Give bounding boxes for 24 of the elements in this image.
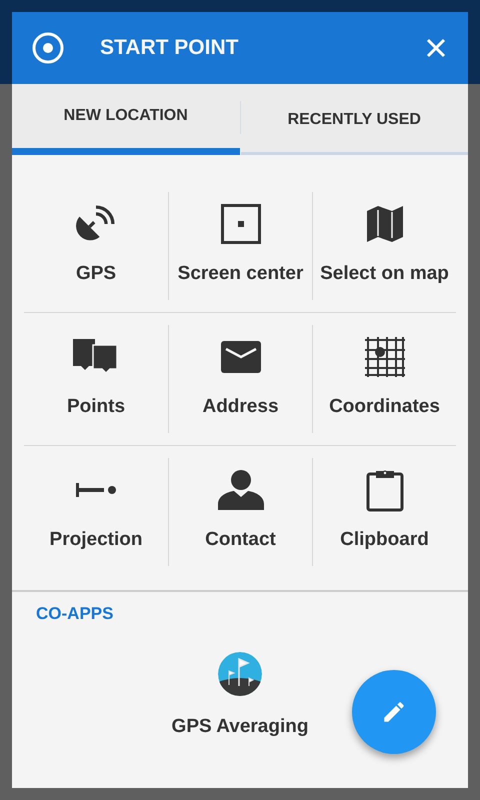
app-button[interactable]: GPS Averaging xyxy=(172,652,308,738)
option-button[interactable]: Coordinates xyxy=(313,325,456,433)
envelope-icon xyxy=(220,341,260,373)
option-button[interactable]: Projection xyxy=(24,458,168,566)
close-icon xyxy=(426,38,446,58)
target-icon xyxy=(32,32,64,64)
option-button[interactable]: GPS xyxy=(24,192,168,300)
option-button[interactable]: Address xyxy=(169,325,312,433)
grid-icon xyxy=(364,337,404,377)
section-heading: CO-APPS xyxy=(36,604,114,624)
option-button[interactable]: Select on map xyxy=(313,192,456,300)
clipboard-icon xyxy=(366,468,404,512)
chat-bubbles-icon xyxy=(73,339,119,375)
option-button[interactable]: Points xyxy=(24,325,168,433)
option-button[interactable]: Clipboard xyxy=(313,458,456,566)
dialog-title: START POINT xyxy=(100,36,240,60)
map-icon xyxy=(366,205,404,243)
person-icon xyxy=(218,470,264,510)
line-dot-icon xyxy=(76,483,116,497)
option-button[interactable]: Screen center xyxy=(169,192,312,300)
option-button[interactable]: Contact xyxy=(169,458,312,566)
edit-button[interactable] xyxy=(352,670,436,754)
flags-on-hill-icon xyxy=(218,652,262,696)
close-button[interactable] xyxy=(426,38,446,58)
